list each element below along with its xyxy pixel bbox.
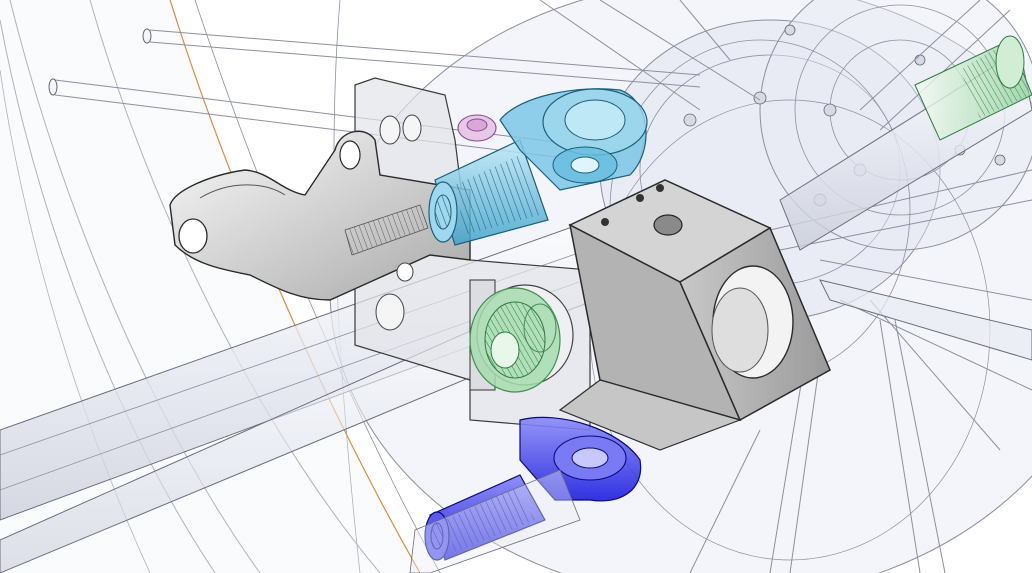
cad-scene[interactable]	[0, 0, 1032, 573]
pink-bolt-head[interactable]	[457, 114, 497, 142]
cad-viewport[interactable]	[0, 0, 1032, 573]
